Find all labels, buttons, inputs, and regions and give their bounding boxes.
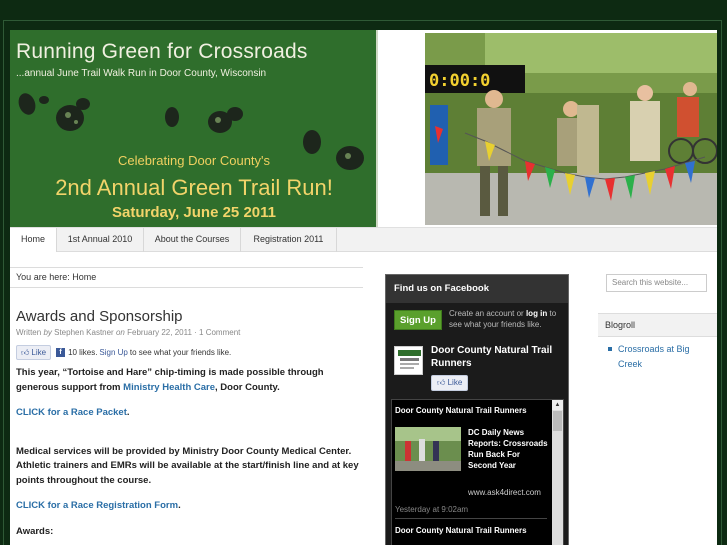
scroll-thumb[interactable] xyxy=(553,411,562,431)
race-packet-period: . xyxy=(126,407,130,418)
thumbs-up-icon: 👍︎ xyxy=(437,378,446,387)
page-logo-icon[interactable] xyxy=(394,346,423,375)
stream-thumbnail[interactable] xyxy=(395,427,461,471)
sponsor-text-b: , Door County. xyxy=(215,381,280,393)
like-signup-text: to see what your friends like. xyxy=(129,348,232,357)
like-signup-link[interactable]: Sign Up xyxy=(99,348,127,357)
page-container: Running Green for Crossroads ...annual J… xyxy=(10,30,717,545)
stream-timestamp: Yesterday at 9:02am xyxy=(395,505,469,514)
blogroll-title: Blogroll xyxy=(598,313,717,337)
facebook-widget-title: Find us on Facebook xyxy=(386,275,568,303)
site-header: Running Green for Crossroads ...annual J… xyxy=(10,30,717,227)
stream-divider xyxy=(395,518,547,519)
blogroll-list: Crossroads at Big Creek xyxy=(606,342,711,371)
byline-by: by xyxy=(43,328,52,337)
post-byline: Written by Stephen Kastner on February 2… xyxy=(16,328,240,337)
header-photo: 0:00:0 xyxy=(425,33,717,225)
facebook-signup-button[interactable]: Sign Up xyxy=(394,310,442,330)
facebook-page-like-label: Like xyxy=(447,378,463,387)
registration-form-link[interactable]: CLICK for a Race Registration Form xyxy=(16,500,178,511)
like-button[interactable]: 👍︎ Like xyxy=(16,345,52,360)
post-title[interactable]: Awards and Sponsorship xyxy=(16,308,183,325)
stream-author[interactable]: Door County Natural Trail Runners xyxy=(395,406,527,415)
facebook-like-row: 👍︎ Like f 10 likes. Sign Up to see what … xyxy=(16,345,231,360)
stream-post-url[interactable]: www.ask4direct.com xyxy=(468,488,541,497)
svg-text:0:00:0: 0:00:0 xyxy=(429,71,490,91)
facebook-widget: Find us on Facebook Sign Up Create an ac… xyxy=(385,274,569,545)
like-count: 10 likes. xyxy=(68,348,98,357)
nav-item-about-the-courses[interactable]: About the Courses xyxy=(144,228,241,252)
registration-period: . xyxy=(178,500,181,511)
stream-scrollbar[interactable]: ▲ xyxy=(552,400,563,545)
main-navigation: Home 1st Annual 2010 About the Courses R… xyxy=(10,227,717,252)
facebook-login-link[interactable]: log in xyxy=(526,309,547,318)
byline-separator: · xyxy=(194,328,197,337)
awards-heading: Awards: xyxy=(16,525,54,537)
create-account-text: Create an account or xyxy=(449,309,524,318)
post-body: This year, “Tortoise and Hare” chip-timi… xyxy=(16,366,361,545)
blogroll-item[interactable]: Crossroads at Big Creek xyxy=(606,342,711,371)
nav-item-home[interactable]: Home xyxy=(10,228,57,252)
event-date: Saturday, June 25 2011 xyxy=(112,204,276,221)
facebook-page-name[interactable]: Door County Natural Trail Runners xyxy=(431,345,561,370)
medical-paragraph: Medical services will be provided by Min… xyxy=(16,445,359,486)
race-packet-paragraph: CLICK for a Race Packet. xyxy=(16,406,361,421)
header-banner[interactable]: Running Green for Crossroads ...annual J… xyxy=(10,30,378,227)
nav-item-registration-2011[interactable]: Registration 2011 xyxy=(241,228,337,252)
facebook-icon: f xyxy=(56,348,66,357)
stream-author-2[interactable]: Door County Natural Trail Runners xyxy=(395,526,527,535)
byline-date: February 22, 2011 xyxy=(127,328,192,337)
byline-author[interactable]: Stephen Kastner xyxy=(54,328,114,337)
byline-written: Written xyxy=(16,328,42,337)
race-packet-link[interactable]: CLICK for a Race Packet xyxy=(16,407,127,418)
thumbs-up-icon: 👍︎ xyxy=(21,347,30,357)
celebrating-text: Celebrating Door County's xyxy=(117,153,271,168)
facebook-stream[interactable]: Door County Natural Trail Runners DC Dai… xyxy=(391,399,564,545)
facebook-signup-text: Create an account or log in to see what … xyxy=(449,309,567,330)
stream-post-text[interactable]: DC Daily News Reports: Crossroads Run Ba… xyxy=(468,427,550,471)
registration-paragraph: CLICK for a Race Registration Form. xyxy=(16,499,361,514)
breadcrumb: You are here: Home xyxy=(10,267,363,288)
scroll-up-arrow-icon[interactable]: ▲ xyxy=(552,400,563,410)
site-tagline: ...annual June Trail Walk Run in Door Co… xyxy=(16,68,267,79)
site-title[interactable]: Running Green for Crossroads xyxy=(16,40,308,64)
sponsor-paragraph: This year, “Tortoise and Hare” chip-timi… xyxy=(16,366,361,395)
event-name: 2nd Annual Green Trail Run! xyxy=(55,175,333,200)
comments-link[interactable]: 1 Comment xyxy=(199,328,240,337)
sponsor-link[interactable]: Ministry Health Care xyxy=(123,382,215,393)
search-input[interactable]: Search this website... xyxy=(606,274,707,292)
like-button-label: Like xyxy=(31,348,47,357)
facebook-page-like-button[interactable]: 👍︎ Like xyxy=(431,375,469,391)
byline-on: on xyxy=(115,328,125,337)
nav-item-1st-annual-2010[interactable]: 1st Annual 2010 xyxy=(57,228,144,252)
